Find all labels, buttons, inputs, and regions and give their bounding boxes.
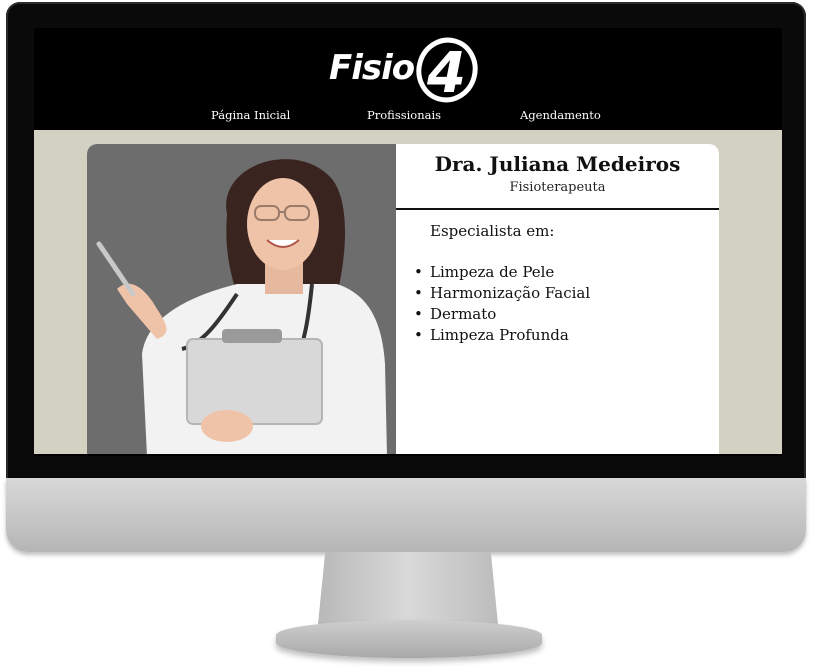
doctor-illustration	[96, 159, 387, 456]
profile-card: Dra. Juliana Medeiros Fisioterapeuta Esp…	[87, 144, 719, 456]
doctor-name: Dra. Juliana Medeiros	[434, 152, 681, 176]
logo-number: 4	[426, 41, 466, 104]
footer-bar	[34, 454, 782, 456]
doctor-photo	[87, 144, 396, 456]
monitor-chin	[6, 478, 806, 552]
nav-item-professionals[interactable]: Profissionais	[367, 108, 441, 122]
specialties-list: Limpeza de Pele Harmonização Facial Derm…	[414, 262, 590, 346]
list-item: Harmonização Facial	[414, 283, 590, 304]
nav-item-scheduling[interactable]: Agendamento	[520, 108, 601, 122]
monitor-stand-neck	[318, 552, 498, 624]
list-item: Dermato	[414, 304, 590, 325]
specialties-title: Especialista em:	[430, 222, 555, 240]
main-nav: Página Inicial Profissionais Agendamento	[34, 108, 782, 130]
screen: Fisio 4 Página Inicial Profissionais Age…	[34, 28, 782, 456]
nav-item-home[interactable]: Página Inicial	[211, 108, 290, 122]
site-header: Fisio 4 Página Inicial Profissionais Age…	[34, 28, 782, 130]
divider	[396, 208, 719, 210]
doctor-role: Fisioterapeuta	[509, 180, 606, 195]
logo[interactable]: Fisio 4	[329, 36, 479, 104]
monitor-stand-base	[276, 620, 542, 658]
logo-number-mark: 4	[416, 37, 478, 104]
list-item: Limpeza de Pele	[414, 262, 590, 283]
profile-info: Dra. Juliana Medeiros Fisioterapeuta Esp…	[396, 144, 719, 456]
list-item: Limpeza Profunda	[414, 325, 590, 346]
logo-text: Fisio	[329, 48, 415, 88]
